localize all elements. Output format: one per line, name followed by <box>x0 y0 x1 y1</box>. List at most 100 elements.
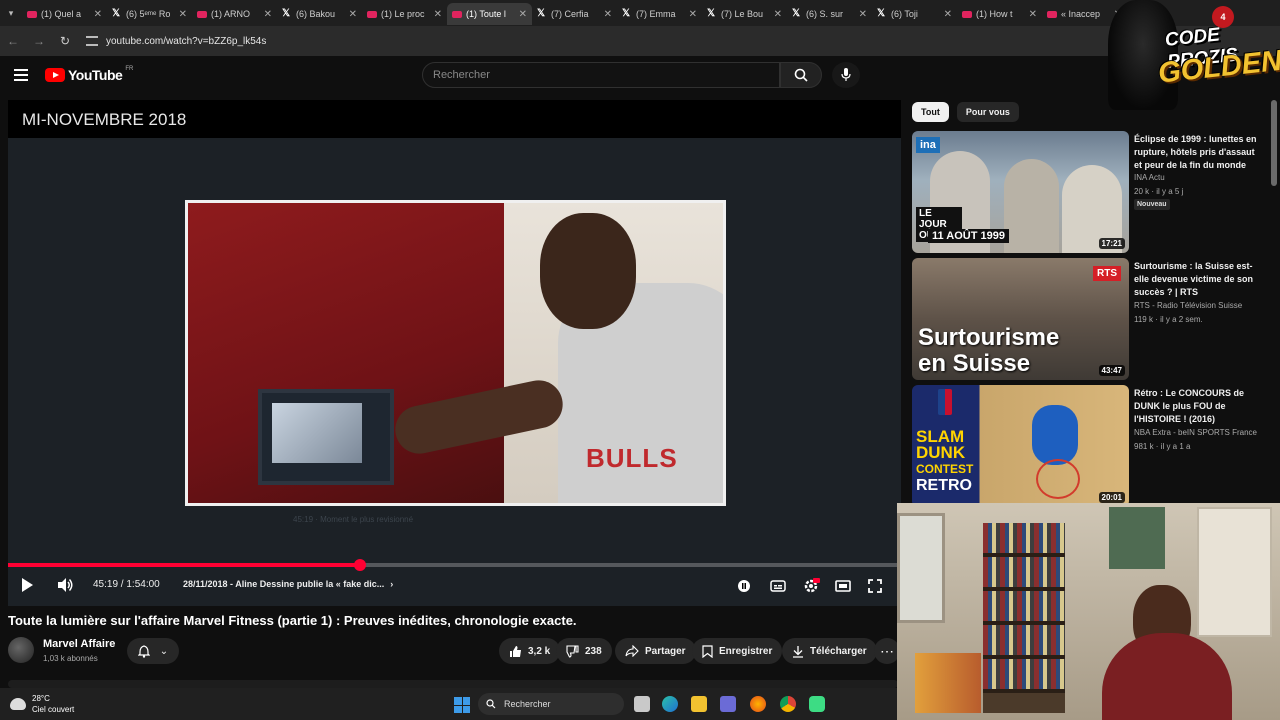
settings-icon[interactable] <box>802 577 820 595</box>
recommendation-title[interactable]: Rétro : Le CONCOURS de DUNK le plus FOU … <box>1134 387 1260 426</box>
recommendation-meta: 20 k · il y a 5 j <box>1134 187 1184 196</box>
weather-widget[interactable]: 28°C Ciel couvert <box>10 693 74 715</box>
youtube-logo-text: YouTube <box>68 67 123 83</box>
notification-button[interactable]: ⌄ <box>127 638 179 664</box>
thumb-channel-logo: RTS <box>1093 266 1121 281</box>
sidebar-scrollbar[interactable] <box>1271 100 1277 186</box>
browser-tab[interactable]: (1) Quel a ✕ <box>22 3 107 25</box>
shirt-text: BULLS <box>586 443 678 473</box>
browser-tab[interactable]: 𝕏 (7) Cerfia ✕ <box>532 3 617 25</box>
webcam-poster <box>1109 507 1165 569</box>
recommendation-item[interactable]: ina LE JOUR OÙ 11 AOÛT 1999 17:21 Éclips… <box>912 131 1272 253</box>
recommendation-item[interactable]: RTS Surtourisme en Suisse 43:47 Surtouri… <box>912 258 1272 380</box>
tab-title: (1) Quel a <box>41 9 82 19</box>
channel-avatar[interactable] <box>8 637 34 663</box>
recommendation-thumbnail[interactable]: ina LE JOUR OÙ 11 AOÛT 1999 17:21 <box>912 131 1129 253</box>
file-explorer-icon[interactable] <box>691 696 707 712</box>
play-icon[interactable] <box>22 578 33 592</box>
recommendation-item[interactable]: SLAM DUNK CONTEST RETRO 20:01 Rétro : Le… <box>912 385 1272 507</box>
firefox-icon[interactable] <box>750 696 766 712</box>
browser-tab[interactable]: (1) ARNO ✕ <box>192 3 277 25</box>
video-player[interactable]: MI-NOVEMBRE 2018 BULLS 45:19 · Moment le… <box>8 100 901 606</box>
menu-icon[interactable] <box>14 69 28 81</box>
forward-icon[interactable]: → <box>32 34 46 48</box>
windows-start-icon[interactable] <box>454 697 470 713</box>
recommendation-thumbnail[interactable]: SLAM DUNK CONTEST RETRO 20:01 <box>912 385 1129 507</box>
tab-title: (6) 5ᵉᵐᵉ Ro <box>126 9 171 19</box>
back-icon[interactable]: ← <box>6 34 20 48</box>
browser-tab[interactable]: 𝕏 (7) Emma ✕ <box>617 3 702 25</box>
tab-title: (1) ARNO <box>211 9 251 19</box>
youtube-logo[interactable]: YouTube FR <box>45 66 133 83</box>
like-button[interactable]: 3,2 k <box>499 638 561 664</box>
browser-tab[interactable]: (1) Le proc ✕ <box>362 3 447 25</box>
browser-tab[interactable]: 𝕏 (6) S. sur ✕ <box>787 3 872 25</box>
close-tab-icon[interactable]: ✕ <box>1029 9 1037 20</box>
share-button[interactable]: Partager <box>615 638 696 664</box>
close-tab-icon[interactable]: ✕ <box>519 9 527 20</box>
browser-tab[interactable]: 𝕏 (6) Toji ✕ <box>872 3 957 25</box>
autoplay-toggle[interactable] <box>735 577 753 595</box>
share-icon <box>625 645 639 657</box>
close-tab-icon[interactable]: ✕ <box>349 9 357 20</box>
chip-for-you[interactable]: Pour vous <box>956 102 1019 122</box>
close-tab-icon[interactable]: ✕ <box>689 9 697 20</box>
chapter-button[interactable]: 28/11/2018 - Aline Dessine publie la « f… <box>183 579 393 589</box>
close-tab-icon[interactable]: ✕ <box>859 9 867 20</box>
browser-tab[interactable]: (1) How t ✕ <box>957 3 1042 25</box>
close-tab-icon[interactable]: ✕ <box>774 9 782 20</box>
close-tab-icon[interactable]: ✕ <box>264 9 272 20</box>
channel-name[interactable]: Marvel Affaire <box>43 638 115 650</box>
recommendation-channel[interactable]: RTS - Radio Télévision Suisse <box>1134 301 1242 310</box>
tab-title: (1) Toute l <box>466 9 506 19</box>
search-button[interactable] <box>780 62 822 88</box>
browser-tab[interactable]: 𝕏 (7) Le Bou ✕ <box>702 3 787 25</box>
recommendation-meta: 119 k · il y a 2 sem. <box>1134 315 1203 324</box>
save-button[interactable]: Enregistrer <box>692 638 783 664</box>
dislike-button[interactable]: 238 <box>556 638 612 664</box>
overlay-badge: 4 <box>1212 6 1234 28</box>
app-icon[interactable] <box>809 696 825 712</box>
tab-title: (6) Bakou <box>296 9 336 19</box>
share-label: Partager <box>645 645 686 657</box>
reload-icon[interactable]: ↻ <box>58 34 72 48</box>
close-tab-icon[interactable]: ✕ <box>434 9 442 20</box>
site-info-icon[interactable] <box>86 36 98 46</box>
webcam-bookshelf <box>983 523 1065 713</box>
store-icon[interactable] <box>720 696 736 712</box>
tab-title: (1) How t <box>976 9 1013 19</box>
browser-tab[interactable]: 𝕏 (6) 5ᵉᵐᵉ Ro ✕ <box>107 3 192 25</box>
close-tab-icon[interactable]: ✕ <box>94 9 102 20</box>
voice-search-button[interactable] <box>832 62 860 88</box>
volume-icon[interactable] <box>56 576 74 599</box>
chrome-icon[interactable] <box>780 696 796 712</box>
chip-all[interactable]: Tout <box>912 102 949 122</box>
weather-text: 28°C Ciel couvert <box>32 693 74 715</box>
youtube-play-logo-icon <box>45 68 65 82</box>
recommendation-channel[interactable]: NBA Extra - beIN SPORTS France <box>1134 428 1257 437</box>
recommendation-title[interactable]: Éclipse de 1999 : lunettes en rupture, h… <box>1134 133 1260 172</box>
taskbar-search[interactable]: Rechercher <box>478 693 624 715</box>
tab-title: (7) Emma <box>636 9 676 19</box>
fullscreen-icon[interactable] <box>866 577 884 595</box>
close-tab-icon[interactable]: ✕ <box>604 9 612 20</box>
url-field[interactable]: youtube.com/watch?v=bZZ6p_lk54s <box>86 36 266 47</box>
progress-bar[interactable] <box>8 559 901 571</box>
bell-icon <box>137 644 150 658</box>
browser-tab[interactable]: 𝕏 (6) Bakou ✕ <box>277 3 362 25</box>
browser-tab[interactable]: (1) Toute l ✕ <box>447 3 532 25</box>
chapter-banner: MI-NOVEMBRE 2018 <box>8 100 901 138</box>
download-button[interactable]: Télécharger <box>782 638 877 664</box>
theater-mode-icon[interactable] <box>834 577 852 595</box>
close-tab-icon[interactable]: ✕ <box>944 9 952 20</box>
task-view-icon[interactable] <box>634 696 650 712</box>
recommendation-channel[interactable]: INA Actu <box>1134 173 1165 182</box>
tab-list-button[interactable]: ▾ <box>0 0 22 26</box>
subtitles-icon[interactable] <box>769 577 787 595</box>
recommendation-title[interactable]: Surtourisme : la Suisse est-elle devenue… <box>1134 260 1260 299</box>
close-tab-icon[interactable]: ✕ <box>179 9 187 20</box>
search-input[interactable]: Rechercher <box>422 62 780 88</box>
webcam-window <box>897 513 945 623</box>
recommendation-thumbnail[interactable]: RTS Surtourisme en Suisse 43:47 <box>912 258 1129 380</box>
edge-icon[interactable] <box>662 696 678 712</box>
